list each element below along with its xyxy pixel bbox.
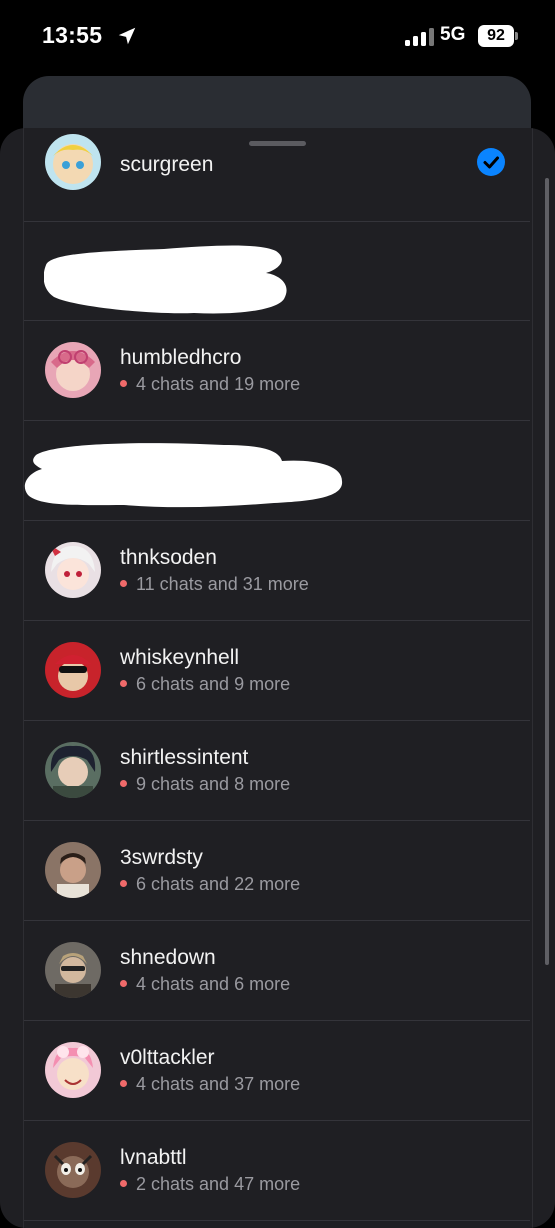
account-row-thnksoden[interactable]: thnksoden 11 chats and 31 more: [24, 521, 530, 621]
unread-status: 4 chats and 37 more: [120, 1074, 300, 1095]
unread-status-text: 2 chats and 47 more: [136, 1174, 301, 1194]
account-switcher-sheet: scurgreen humbledhcro 4 chats and 19 mor…: [0, 128, 555, 1228]
unread-status-text: 6 chats and 22 more: [136, 874, 301, 894]
unread-status-text: 11 chats and 31 more: [136, 574, 309, 594]
account-row-humbledhcro[interactable]: humbledhcro 4 chats and 19 more: [24, 321, 530, 421]
unread-dot-icon: [120, 679, 127, 687]
unread-dot-icon: [120, 979, 127, 987]
avatar: [45, 542, 101, 598]
unread-status: 11 chats and 31 more: [120, 574, 309, 595]
unread-status: 2 chats and 47 more: [120, 1174, 300, 1195]
account-row-redacted[interactable]: [24, 221, 530, 321]
unread-dot-icon: [120, 579, 127, 587]
account-username: whiskeynhell: [120, 646, 240, 669]
avatar: [45, 942, 101, 998]
account-row-3swrdsty[interactable]: 3swrdsty 6 chats and 22 more: [24, 821, 530, 921]
avatar: [45, 842, 101, 898]
account-username: v0lttackler: [120, 1046, 215, 1069]
redaction-scribble: [24, 443, 343, 508]
unread-status: 4 chats and 19 more: [120, 374, 300, 395]
unread-status: 6 chats and 22 more: [120, 874, 300, 895]
avatar: [45, 134, 101, 190]
location-arrow-icon: [118, 27, 136, 45]
status-time: 13:55: [42, 22, 103, 48]
unread-status-text: 4 chats and 37 more: [136, 1074, 301, 1094]
account-row-v0lttackler[interactable]: v0lttackler 4 chats and 37 more: [24, 1021, 530, 1121]
account-username: lvnabttl: [120, 1146, 187, 1169]
avatar: [45, 1142, 101, 1198]
account-username: 3swrdsty: [120, 846, 203, 869]
account-username: humbledhcro: [120, 346, 242, 369]
scrollbar[interactable]: [545, 178, 549, 965]
account-username: thnksoden: [120, 546, 217, 569]
account-username: shnedown: [120, 946, 216, 969]
avatar: [45, 642, 101, 698]
status-bar: 13:55 5G 92: [0, 0, 555, 75]
battery-tip: [515, 32, 518, 40]
unread-status-text: 6 chats and 9 more: [136, 674, 291, 694]
network-label: 5G: [440, 24, 466, 45]
unread-dot-icon: [120, 1179, 127, 1187]
unread-status-text: 9 chats and 8 more: [136, 774, 291, 794]
avatar: [45, 1042, 101, 1098]
cellular-signal-icon: [405, 28, 434, 46]
selected-checkmark-icon: [477, 148, 505, 176]
unread-dot-icon: [120, 779, 127, 787]
avatar: [45, 742, 101, 798]
account-row-whiskeynhell[interactable]: whiskeynhell 6 chats and 9 more: [24, 621, 530, 721]
account-row-shnedown[interactable]: shnedown 4 chats and 6 more: [24, 921, 530, 1021]
account-row-shirtlessintent[interactable]: shirtlessintent 9 chats and 8 more: [24, 721, 530, 821]
unread-dot-icon: [120, 379, 127, 387]
unread-status-text: 4 chats and 6 more: [136, 974, 291, 994]
avatar: [45, 342, 101, 398]
unread-dot-icon: [120, 879, 127, 887]
account-username: shirtlessintent: [120, 746, 249, 769]
account-row-scurgreen[interactable]: scurgreen: [24, 128, 530, 222]
account-row-lvnabttl[interactable]: lvnabttl 2 chats and 47 more: [24, 1121, 530, 1221]
account-row-redacted[interactable]: [24, 421, 530, 521]
unread-status: 6 chats and 9 more: [120, 674, 290, 695]
battery-icon: 92: [478, 25, 514, 47]
unread-status: 4 chats and 6 more: [120, 974, 290, 995]
unread-status: 9 chats and 8 more: [120, 774, 290, 795]
unread-status-text: 4 chats and 19 more: [136, 374, 301, 394]
redaction-scribble: [44, 245, 287, 314]
account-username: scurgreen: [120, 153, 214, 176]
unread-dot-icon: [120, 1079, 127, 1087]
battery-level: 92: [487, 27, 505, 44]
